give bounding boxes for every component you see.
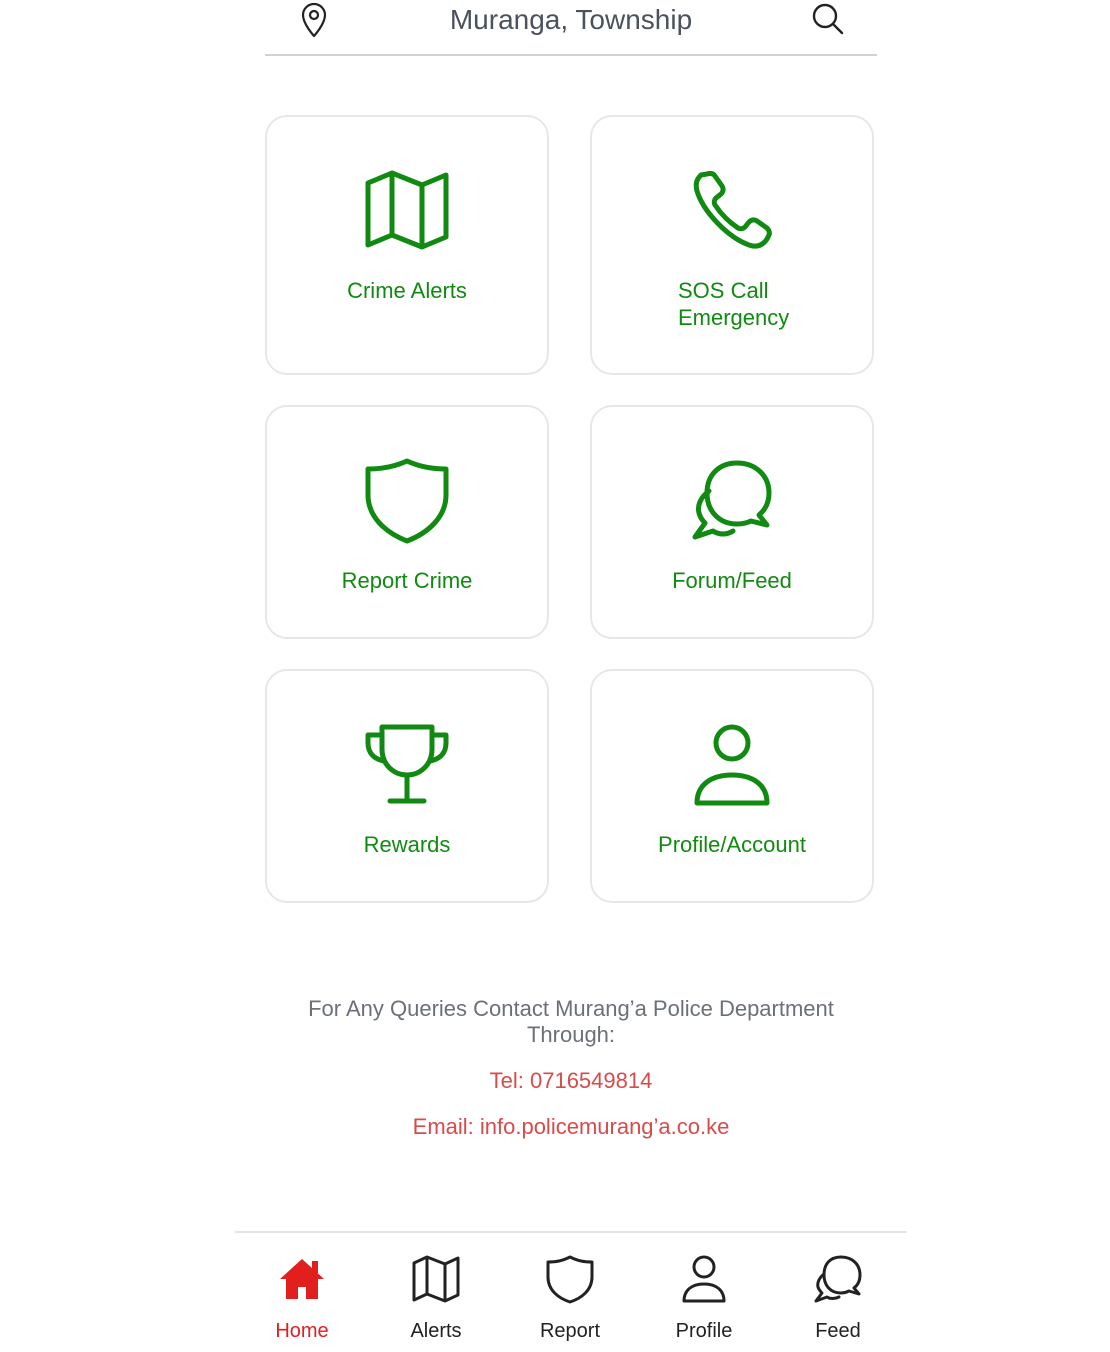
nav-label: Report [539, 1320, 601, 1342]
nav-item-profile[interactable]: Profile [637, 1233, 771, 1352]
tile-rewards[interactable]: Rewards [265, 669, 549, 903]
nav-label: Alerts [410, 1320, 462, 1342]
user-icon [682, 1255, 726, 1303]
tile-label: Rewards [363, 832, 451, 857]
contact-phone-link[interactable]: Tel: 0716549814 [265, 1068, 877, 1094]
shield-icon [546, 1255, 594, 1304]
nav-label: Feed [815, 1320, 861, 1342]
nav-item-home[interactable]: Home [235, 1233, 369, 1352]
tile-label: Profile/Account [658, 832, 806, 857]
tile-label: Crime Alerts [347, 278, 467, 303]
tile-forum-feed[interactable]: Forum/Feed [590, 405, 874, 639]
user-icon [694, 724, 770, 806]
trophy-icon [365, 724, 449, 804]
nav-label: Home [275, 1320, 329, 1342]
home-screen: Muranga, Township Crime Alerts SOS Call … [0, 0, 1110, 1352]
search-icon[interactable] [811, 2, 845, 36]
location-title: Muranga, Township [449, 4, 693, 35]
chat-bubbles-icon [814, 1255, 862, 1303]
phone-icon [693, 170, 772, 249]
shield-icon [365, 458, 449, 544]
home-icon [280, 1259, 324, 1299]
tile-label-line1: SOS Call [678, 278, 769, 303]
map-icon [365, 170, 449, 250]
tile-label-line2: Emergency [678, 305, 790, 330]
map-icon [412, 1255, 460, 1303]
nav-item-report[interactable]: Report [503, 1233, 637, 1352]
contact-email-link[interactable]: Email: info.policemurang’a.co.ke [265, 1114, 877, 1140]
bottom-nav: Home Alerts Report Profile Feed [235, 1231, 907, 1352]
tile-sos-call[interactable]: SOS Call Emergency [590, 115, 874, 375]
contact-query-text: For Any Queries Contact Murang’a Police … [308, 996, 834, 1047]
tile-crime-alerts[interactable]: Crime Alerts [265, 115, 549, 375]
nav-item-alerts[interactable]: Alerts [369, 1233, 503, 1352]
chat-bubbles-icon [692, 460, 772, 540]
tile-report-crime[interactable]: Report Crime [265, 405, 549, 639]
nav-item-feed[interactable]: Feed [771, 1233, 905, 1352]
tile-label: Report Crime [341, 568, 473, 593]
top-bar: Muranga, Township [265, 0, 877, 56]
tile-label: Forum/Feed [672, 568, 792, 593]
nav-label: Profile [675, 1320, 733, 1342]
tile-profile-account[interactable]: Profile/Account [590, 669, 874, 903]
